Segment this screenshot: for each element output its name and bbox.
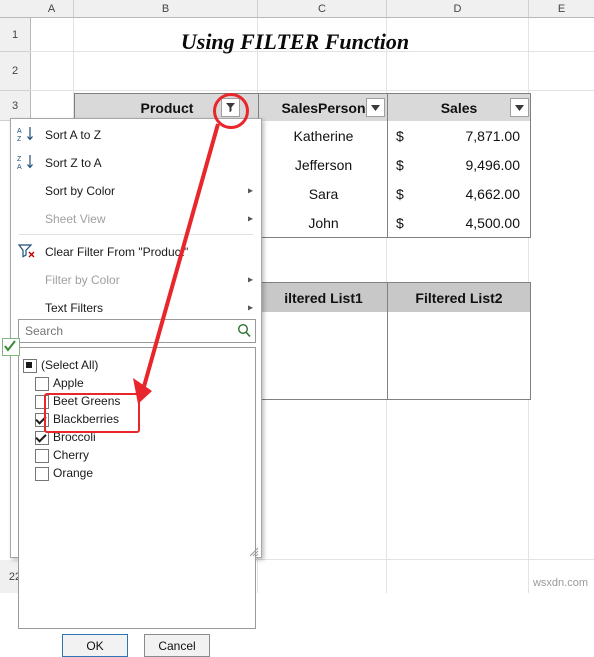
menu-item-filter-by-color: Filter by Color ▸ [11, 266, 261, 294]
row-header-3[interactable]: 3 [0, 91, 31, 121]
sales-amount: 4,662.00 [465, 185, 521, 202]
search-icon [237, 323, 251, 341]
filtered-list1-cell[interactable] [258, 312, 389, 342]
menu-item-clear-filter[interactable]: Clear Filter From "Product" [11, 238, 261, 266]
checkbox-orange[interactable] [35, 467, 49, 481]
menu-item-sort-by-color[interactable]: Sort by Color ▸ [11, 177, 261, 205]
checkbox-apple[interactable] [35, 377, 49, 391]
list-item-cherry[interactable]: Cherry [19, 446, 255, 464]
cell-salesperson-1[interactable]: Katherine [258, 121, 389, 151]
list-item-label: Orange [53, 466, 94, 480]
list-item-orange[interactable]: Orange [19, 464, 255, 482]
menu-item-label: Text Filters [45, 301, 104, 315]
submenu-arrow-icon: ▸ [247, 185, 253, 197]
chevron-down-icon [515, 104, 524, 111]
filtered-list1-cell[interactable] [258, 341, 389, 371]
list-item-apple[interactable]: Apple [19, 374, 255, 392]
list-item-label: Apple [53, 376, 84, 390]
cell-salesperson-2[interactable]: Jefferson [258, 150, 389, 180]
filter-search-box[interactable] [18, 319, 256, 343]
currency-symbol: $ [396, 156, 404, 173]
cell-sales-4[interactable]: $ 4,500.00 [387, 208, 531, 238]
list-item-label: Cherry [53, 448, 90, 462]
checkbox-cherry[interactable] [35, 449, 49, 463]
dialog-button-row: OK Cancel [11, 634, 261, 657]
column-header-a[interactable]: A [30, 0, 74, 18]
cell-salesperson-3[interactable]: Sara [258, 179, 389, 209]
filtered-list1-header: iltered List1 [258, 282, 389, 314]
filtered-list2-cell[interactable] [387, 312, 531, 342]
cell-salesperson-4[interactable]: John [258, 208, 389, 238]
sort-za-icon: Z A [17, 153, 39, 173]
menu-item-sort-z-to-a[interactable]: Z A Sort Z to A [11, 149, 261, 177]
currency-symbol: $ [396, 185, 404, 202]
submenu-arrow-icon: ▸ [247, 213, 253, 225]
menu-item-label: Sort A to Z [45, 128, 102, 142]
cell-sales-3[interactable]: $ 4,662.00 [387, 179, 531, 209]
menu-item-label: Clear Filter From "Product" [45, 245, 189, 259]
list-item-select-all[interactable]: (Select All) [19, 356, 255, 374]
svg-text:A: A [17, 164, 22, 171]
column-header-b[interactable]: B [74, 0, 258, 18]
filter-button-sales[interactable] [510, 98, 529, 117]
search-input[interactable] [23, 322, 227, 340]
currency-symbol: $ [396, 127, 404, 144]
cell-sales-2[interactable]: $ 9,496.00 [387, 150, 531, 180]
filter-dropdown-panel: A Z Sort A to Z Z A Sort Z to A Sort by … [10, 118, 262, 657]
resize-grip[interactable] [249, 546, 259, 557]
checkbox-select-all[interactable] [23, 359, 37, 373]
cancel-button[interactable]: Cancel [144, 634, 210, 657]
cell-sales-1[interactable]: $ 7,871.00 [387, 121, 531, 151]
select-all-corner[interactable] [0, 0, 31, 18]
svg-text:Z: Z [17, 156, 22, 163]
sales-amount: 9,496.00 [465, 156, 521, 173]
list-item-label: (Select All) [41, 358, 99, 372]
sales-amount: 4,500.00 [465, 214, 521, 231]
sales-amount: 7,871.00 [465, 127, 521, 144]
filter-value-list[interactable]: (Select All) Apple Beet Greens Blackberr… [18, 347, 256, 629]
filter-button-salesperson[interactable] [366, 98, 385, 117]
ok-button[interactable]: OK [62, 634, 128, 657]
svg-text:A: A [17, 128, 22, 135]
sort-az-icon: A Z [17, 125, 39, 145]
page-title: Using FILTER Function [180, 29, 410, 54]
menu-item-sheet-view: Sheet View ▸ [11, 205, 261, 233]
filtered-list2-header: Filtered List2 [387, 282, 531, 314]
green-check-marker [2, 338, 20, 356]
filtered-list2-cell[interactable] [387, 341, 531, 371]
menu-item-text-filters[interactable]: Text Filters ▸ [11, 294, 261, 322]
menu-item-label: Sort by Color [45, 184, 116, 198]
chevron-down-icon [371, 104, 380, 111]
svg-text:Z: Z [17, 136, 22, 143]
row-header-2[interactable]: 2 [0, 52, 31, 91]
checkbox-broccoli[interactable] [35, 431, 49, 445]
row-header-1[interactable]: 1 [0, 18, 31, 52]
column-header-c[interactable]: C [258, 0, 387, 18]
menu-item-label: Sheet View [45, 212, 106, 226]
filtered-list2-cell[interactable] [387, 370, 531, 400]
submenu-arrow-icon: ▸ [247, 302, 253, 314]
menu-item-label: Filter by Color [45, 273, 120, 287]
menu-separator [19, 234, 253, 235]
spreadsheet: A B C D E 1 2 3 22 Using FILTER Function… [0, 0, 594, 657]
filtered-list1-cell[interactable] [258, 370, 389, 400]
submenu-arrow-icon: ▸ [247, 274, 253, 286]
column-header-d[interactable]: D [387, 0, 529, 18]
currency-symbol: $ [396, 214, 404, 231]
clear-filter-icon [17, 242, 39, 262]
menu-item-label: Sort Z to A [45, 156, 102, 170]
annotation-rect-selected-items [44, 393, 140, 433]
watermark: wsxdn.com [532, 577, 588, 589]
annotation-ellipse-filter-button [213, 93, 249, 129]
column-header-e[interactable]: E [529, 0, 594, 18]
